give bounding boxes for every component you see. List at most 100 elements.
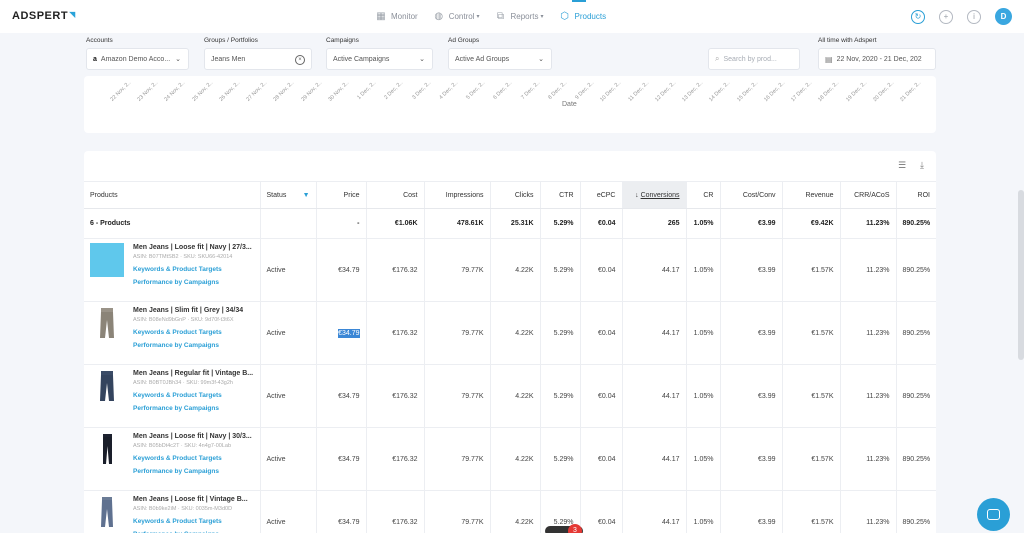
cell-cost: €176.32 xyxy=(366,427,425,491)
cell-ecpc: €0.04 xyxy=(580,238,623,302)
col-ecpc[interactable]: eCPC xyxy=(580,181,623,209)
performance-by-campaigns-link[interactable]: Performance by Campaigns xyxy=(133,342,243,349)
nav-reports[interactable]: ⧉ Reports ▾ xyxy=(494,0,558,33)
keywords-product-targets-link[interactable]: Keywords & Product Targets xyxy=(133,266,252,273)
product-cell: Men Jeans | Regular fit | Vintage B... AS… xyxy=(84,364,261,428)
cell-cr: 1.05% xyxy=(686,490,721,533)
cell-value: €1.57K xyxy=(811,518,834,526)
col-label: Status xyxy=(266,191,287,199)
cell-costconv: €3.99 xyxy=(720,301,783,365)
product-thumbnail xyxy=(90,495,124,529)
chevron-down-icon: ▾ xyxy=(540,14,544,20)
search-input[interactable]: Search by prod... xyxy=(723,56,776,63)
clear-icon[interactable]: × xyxy=(295,55,305,65)
nav-control[interactable]: ◍ Control ▾ xyxy=(432,0,494,33)
col-conversions[interactable]: ↓ Conversions xyxy=(622,181,687,209)
keywords-product-targets-link[interactable]: Keywords & Product Targets xyxy=(133,392,253,399)
product-info: Men Jeans | Loose fit | Navy | 30/3... AS… xyxy=(133,432,252,475)
daterange-picker[interactable]: ▤ 22 Nov, 2020 - 21 Dec, 202 xyxy=(818,48,936,70)
groups-input[interactable]: Jeans Men × xyxy=(204,48,312,70)
filter-bar: Accounts a Amazon Demo Acco... ⌄ Groups … xyxy=(86,37,936,73)
product-title[interactable]: Men Jeans | Slim fit | Grey | 34/34 xyxy=(133,307,243,314)
col-cost[interactable]: Cost xyxy=(366,181,425,209)
download-icon[interactable]: ⤓ xyxy=(920,160,924,171)
col-status[interactable]: Status ▼ xyxy=(260,181,317,209)
cell-impressions: 79.77K xyxy=(424,301,491,365)
cell-value: Active xyxy=(266,329,286,337)
cell-costconv: €3.99 xyxy=(720,364,783,428)
info-icon[interactable]: i xyxy=(967,9,981,24)
product-cell: Men Jeans | Loose fit | Navy | 27/3... AS… xyxy=(84,238,261,302)
cell-ctr: 5.29% xyxy=(540,238,581,302)
cell-conversions: 44.17 xyxy=(622,301,687,365)
keywords-product-targets-link[interactable]: Keywords & Product Targets xyxy=(133,518,248,525)
cell-status: Active xyxy=(260,238,317,302)
col-clicks[interactable]: Clicks xyxy=(490,181,541,209)
col-roi[interactable]: ROI xyxy=(896,181,936,209)
col-label: Cost xyxy=(403,191,418,199)
col-products[interactable]: Products xyxy=(84,181,261,209)
cell-value: 1.05% xyxy=(693,518,714,526)
accounts-select[interactable]: a Amazon Demo Acco... ⌄ xyxy=(86,48,189,70)
summary-cell: €0.04 xyxy=(580,208,623,239)
search-box[interactable]: ⌕ Search by prod... xyxy=(708,48,800,70)
reports-icon: ⧉ xyxy=(496,10,505,22)
add-icon[interactable]: + xyxy=(939,9,953,24)
chevron-down-icon: ⌄ xyxy=(538,56,544,63)
table-row: Men Jeans | Loose fit | Navy | 27/3... AS… xyxy=(84,238,936,302)
cell-value: 44.17 xyxy=(661,518,680,526)
cell-value: 5.29% xyxy=(553,455,574,463)
cell-value: €176.32 xyxy=(392,329,418,337)
campaigns-select[interactable]: Active Campaigns ⌄ xyxy=(326,48,433,70)
cell-value: 44.17 xyxy=(661,266,680,274)
performance-by-campaigns-link[interactable]: Performance by Campaigns xyxy=(133,405,253,412)
product-title[interactable]: Men Jeans | Loose fit | Vintage B... xyxy=(133,496,248,503)
product-thumbnail xyxy=(90,432,124,466)
col-revenue[interactable]: Revenue xyxy=(782,181,841,209)
col-price[interactable]: Price xyxy=(316,181,367,209)
performance-by-campaigns-link[interactable]: Performance by Campaigns xyxy=(133,279,252,286)
column-settings-icon[interactable]: ☰ xyxy=(898,160,906,171)
adgroups-select[interactable]: Active Ad Groups ⌄ xyxy=(448,48,552,70)
cell-ctr: 5.29% xyxy=(540,427,581,491)
product-title[interactable]: Men Jeans | Loose fit | Navy | 27/3... xyxy=(133,244,252,251)
cell-value: €1.57K xyxy=(811,455,834,463)
product-thumbnail xyxy=(90,243,124,277)
chat-button[interactable] xyxy=(977,498,1010,531)
col-crr-acos[interactable]: CRR/ACoS xyxy=(840,181,897,209)
table-row: Men Jeans | Slim fit | Grey | 34/34 ASIN:… xyxy=(84,301,936,365)
col-cr[interactable]: CR xyxy=(686,181,721,209)
page-scrollbar[interactable] xyxy=(1018,190,1024,360)
cell-value: Active xyxy=(266,518,286,526)
nav-monitor[interactable]: ▦ Monitor xyxy=(374,0,432,33)
col-costconv[interactable]: Cost/Conv xyxy=(720,181,783,209)
logo-text: ADSPERT xyxy=(12,10,69,22)
product-info: Men Jeans | Regular fit | Vintage B... AS… xyxy=(133,369,253,412)
product-title[interactable]: Men Jeans | Regular fit | Vintage B... xyxy=(133,370,253,377)
nav-products[interactable]: ⬡ Products xyxy=(558,0,621,33)
cell-value: 890.25% xyxy=(902,392,931,400)
col-ctr[interactable]: CTR xyxy=(540,181,581,209)
cell-value: €176.32 xyxy=(392,518,418,526)
cell-value: 4.22K xyxy=(515,518,534,526)
col-impressions[interactable]: Impressions xyxy=(424,181,491,209)
cell-value: 890.25% xyxy=(902,455,931,463)
keywords-product-targets-link[interactable]: Keywords & Product Targets xyxy=(133,329,243,336)
search-spacer xyxy=(708,37,800,45)
cell-value: 11.23% xyxy=(866,266,890,274)
cell-value: Active xyxy=(266,392,286,400)
filter-icon[interactable]: ▼ xyxy=(303,192,310,199)
cell-value: 890.25% xyxy=(902,518,931,526)
chevron-down-icon: ⌄ xyxy=(175,56,181,63)
adspert-logo[interactable]: ADSPERT◥ xyxy=(12,10,76,22)
performance-by-campaigns-link[interactable]: Performance by Campaigns xyxy=(133,468,252,475)
cell-value: €176.32 xyxy=(392,392,418,400)
keywords-product-targets-link[interactable]: Keywords & Product Targets xyxy=(133,455,252,462)
sync-icon[interactable]: ↻ xyxy=(911,9,925,24)
user-avatar[interactable]: D xyxy=(995,8,1012,25)
cell-value: Active xyxy=(266,266,286,274)
product-title[interactable]: Men Jeans | Loose fit | Navy | 30/3... xyxy=(133,433,252,440)
table-tools: ☰ ⤓ xyxy=(898,160,924,171)
product-cell: Men Jeans | Loose fit | Vintage B... ASIN… xyxy=(84,490,261,533)
product-info: Men Jeans | Loose fit | Navy | 27/3... AS… xyxy=(133,243,252,286)
